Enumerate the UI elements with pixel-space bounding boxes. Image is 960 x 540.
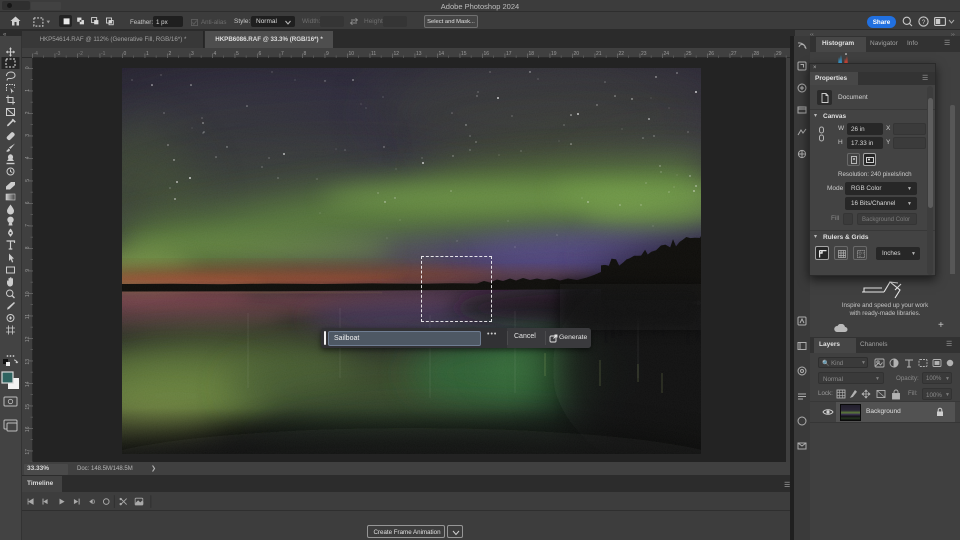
svg-text:15: 15 [25,404,31,410]
svg-text:9: 9 [25,269,31,272]
svg-text:29: 29 [776,51,782,57]
svg-text:3: 3 [191,51,194,57]
svg-text:17: 17 [25,449,31,455]
svg-text:13: 13 [416,51,422,57]
svg-text:4: 4 [25,156,31,159]
svg-text:17: 17 [506,51,512,57]
svg-text:21: 21 [596,51,602,57]
svg-text:11: 11 [25,314,31,319]
svg-text:7: 7 [281,51,284,57]
svg-text:24: 24 [664,51,670,57]
svg-text:27: 27 [731,51,737,57]
svg-text:14: 14 [439,51,445,57]
svg-text:0: 0 [124,51,127,57]
svg-text:26: 26 [709,51,715,57]
svg-text:10: 10 [25,291,31,297]
svg-text:13: 13 [25,359,31,365]
svg-text:11: 11 [371,51,376,57]
svg-text:7: 7 [25,224,31,227]
svg-text:8: 8 [25,246,31,249]
svg-text:2: 2 [25,111,31,114]
svg-text:14: 14 [25,381,31,387]
svg-text:2: 2 [169,51,172,57]
svg-text:28: 28 [754,51,760,57]
svg-text:6: 6 [25,201,31,204]
svg-text:4: 4 [214,51,217,57]
svg-text:?: ? [922,19,926,26]
svg-text:1: 1 [25,89,31,92]
svg-text:9: 9 [326,51,329,57]
svg-text:-3: -3 [56,51,61,57]
svg-text:-2: -2 [79,51,84,57]
svg-text:19: 19 [551,51,557,57]
svg-text:6: 6 [259,51,262,57]
svg-text:-4: -4 [34,51,39,57]
svg-text:8: 8 [304,51,307,57]
svg-text:-1: -1 [101,51,106,57]
svg-text:12: 12 [394,51,400,57]
svg-text:16: 16 [25,426,31,432]
svg-text:10: 10 [349,51,355,57]
svg-text:1: 1 [146,51,149,57]
svg-text:25: 25 [686,51,692,57]
svg-text:16: 16 [484,51,490,57]
svg-text:18: 18 [529,51,535,57]
svg-text:5: 5 [236,51,239,57]
svg-text:3: 3 [25,134,31,137]
svg-text:23: 23 [641,51,647,57]
svg-text:5: 5 [25,179,31,182]
svg-text:22: 22 [619,51,625,57]
svg-text:0: 0 [25,66,31,69]
svg-text:12: 12 [25,336,31,342]
svg-text:20: 20 [574,51,580,57]
svg-text:15: 15 [461,51,467,57]
